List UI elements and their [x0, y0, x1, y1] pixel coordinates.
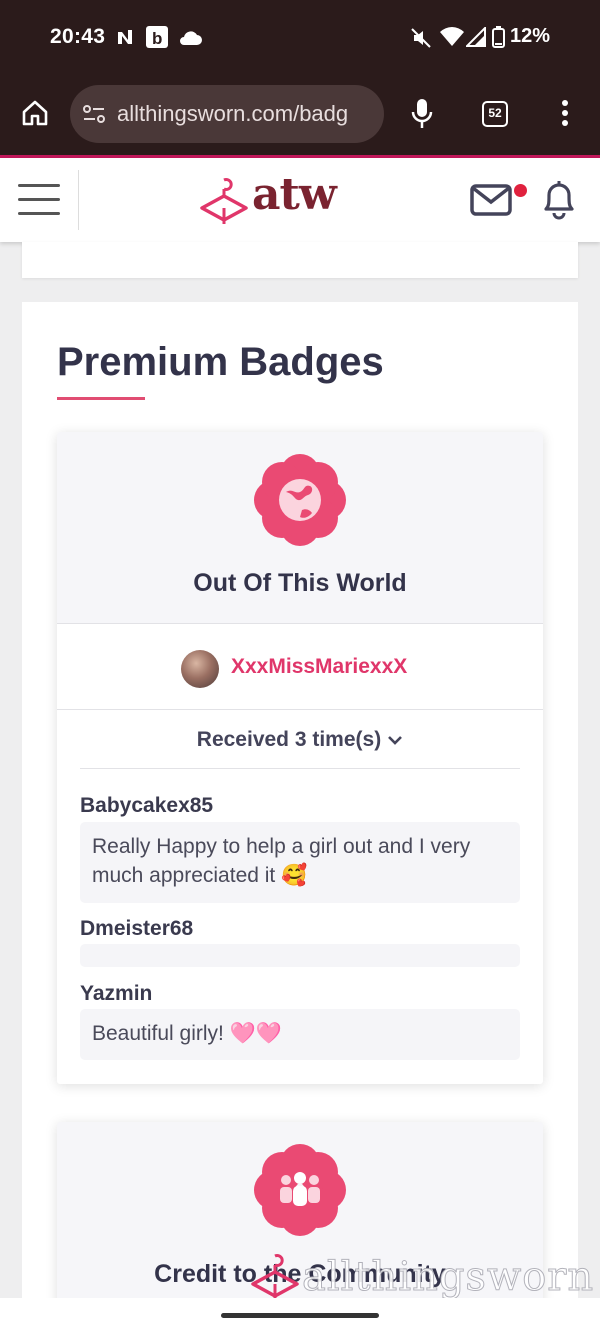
watermark-text: allthingsworn [301, 1254, 595, 1301]
giver-name[interactable]: Yazmin [80, 982, 152, 1006]
globe-badge-icon [254, 454, 346, 546]
status-time: 20:43 [50, 25, 106, 48]
svg-text:b: b [152, 29, 162, 48]
giver-name[interactable]: Dmeister68 [80, 917, 193, 941]
community-badge-icon [254, 1144, 346, 1236]
unread-dot [514, 184, 527, 197]
received-label: Received 3 time(s) [196, 728, 382, 751]
url-text[interactable]: allthingsworn.com/badg [117, 101, 375, 127]
notifications-bell-icon[interactable] [540, 178, 578, 220]
tab-switcher-button[interactable]: 52 [482, 101, 508, 127]
badge-name: Out Of This World [193, 569, 407, 597]
url-bar[interactable]: allthingsworn.com/badg [70, 85, 384, 143]
gesture-handle[interactable] [221, 1313, 379, 1318]
battery-level: 12% [509, 25, 550, 47]
received-divider [80, 768, 520, 769]
premium-badges-section: Premium Badges Out Of This World XxxMiss… [22, 302, 578, 1322]
received-toggle[interactable]: Received 3 time(s) [57, 728, 543, 752]
cloud-icon [180, 31, 202, 45]
mail-icon[interactable] [470, 184, 512, 216]
status-bar: 20:43 b 12% [0, 0, 600, 76]
logo-text: atw [252, 169, 337, 220]
menu-button[interactable] [18, 184, 60, 216]
giver-name[interactable]: Babycakex85 [80, 794, 213, 818]
avatar[interactable] [181, 650, 219, 688]
menu-line [18, 198, 60, 201]
previous-card [22, 242, 578, 278]
badge-owner-row[interactable]: XxxMissMariexxX [57, 624, 543, 710]
header-divider [78, 170, 79, 230]
section-title: Premium Badges [57, 340, 384, 384]
microphone-icon[interactable] [411, 98, 433, 130]
system-nav-bar [0, 1298, 600, 1333]
more-options-icon[interactable] [561, 98, 569, 128]
badge-header: Out Of This World [57, 432, 543, 624]
home-icon[interactable] [20, 98, 50, 128]
wifi-icon [440, 27, 464, 46]
battery-icon [492, 26, 505, 48]
badge-card: Out Of This World XxxMissMariexxX Receiv… [57, 432, 543, 1084]
site-header: atw [0, 158, 600, 242]
site-settings-icon[interactable] [82, 103, 106, 125]
mute-icon [411, 28, 431, 48]
hanger-logo-icon [200, 178, 248, 224]
menu-line [18, 184, 60, 187]
notification-n-icon [118, 30, 132, 44]
browser-toolbar: allthingsworn.com/badg 52 [0, 76, 600, 156]
giver-message: Really Happy to help a girl out and I ve… [80, 822, 520, 903]
signal-icon [466, 27, 486, 47]
chevron-down-icon [388, 736, 403, 745]
notification-b-icon: b [146, 26, 168, 48]
owner-username-link[interactable]: XxxMissMariexxX [231, 655, 407, 679]
giver-message: Beautiful girly! 🩷🩷 [80, 1009, 520, 1060]
giver-message [80, 944, 520, 967]
menu-line [18, 212, 60, 215]
title-underline [57, 397, 145, 400]
